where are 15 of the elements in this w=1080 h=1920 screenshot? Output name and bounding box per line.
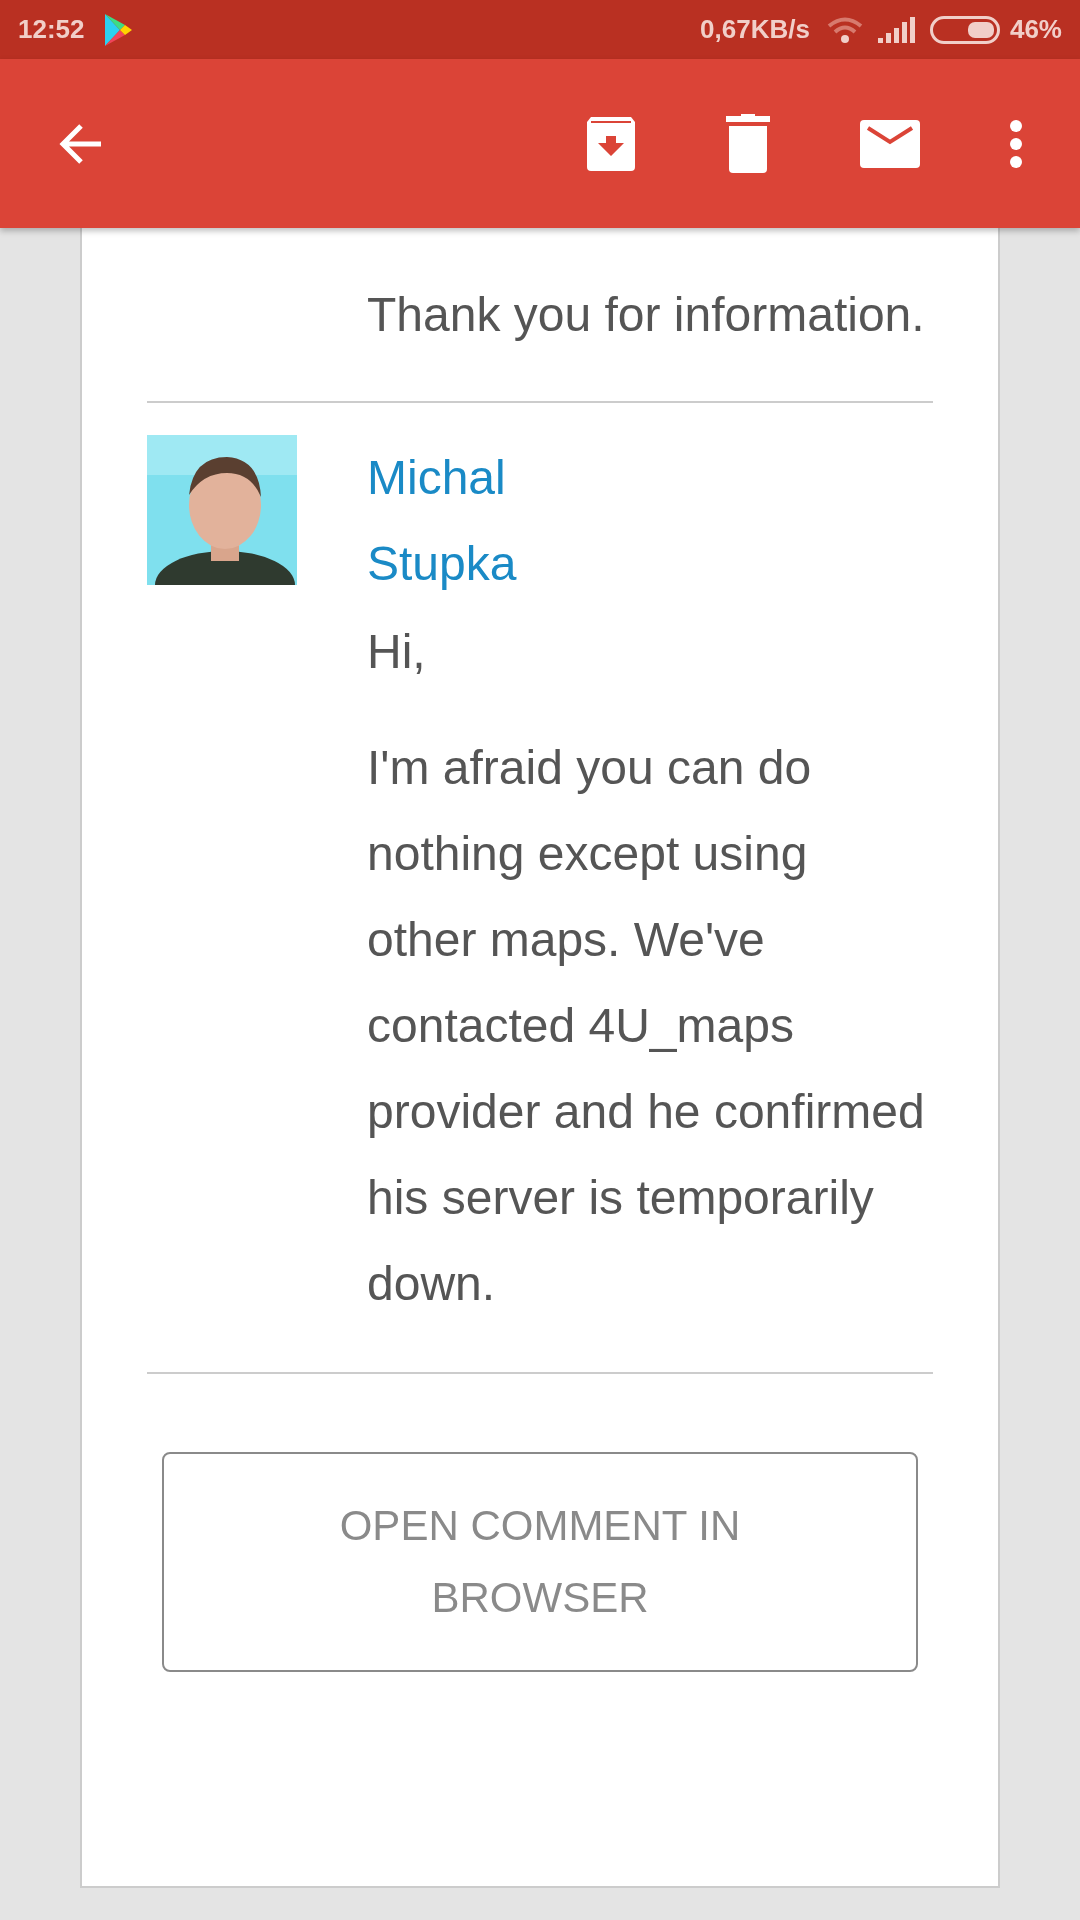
signal-icon <box>877 15 916 44</box>
open-in-browser-button[interactable]: OPEN COMMENT IN BROWSER <box>162 1452 918 1672</box>
author-name[interactable]: Michal Stupka <box>367 435 567 607</box>
wifi-icon <box>825 15 864 44</box>
more-options-button[interactable] <box>1008 118 1024 169</box>
delete-button[interactable] <box>726 113 770 174</box>
comment-text: Hi, <box>367 624 427 680</box>
status-time: 12:52 <box>18 13 85 46</box>
mark-unread-button[interactable] <box>860 119 920 168</box>
network-speed: 0,67KB/s <box>700 13 810 46</box>
store-icon <box>102 12 133 47</box>
comment-text: I'm afraid you can do nothing except using other maps. We've contacted 4U_maps provider and he confirmed his server is temporarily down. <box>367 740 926 1312</box>
comment-text: Thank you for information. <box>367 287 926 343</box>
battery-percent: 46% <box>1009 13 1062 46</box>
battery-icon <box>929 15 1000 44</box>
